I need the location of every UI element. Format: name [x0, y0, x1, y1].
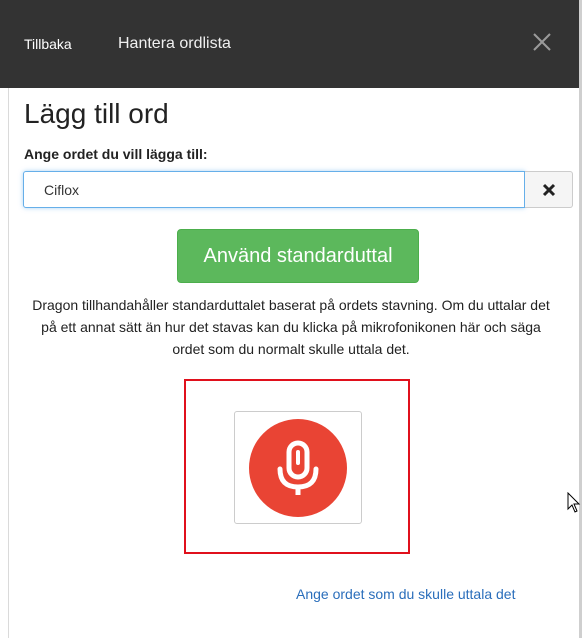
top-bar: Tillbaka Hantera ordlista: [0, 0, 582, 88]
clear-button[interactable]: [525, 171, 573, 208]
microphone-button[interactable]: [234, 411, 362, 524]
close-icon[interactable]: [530, 30, 554, 54]
word-input[interactable]: [23, 171, 525, 208]
panel-left-edge: [0, 88, 9, 638]
page-title: Lägg till ord: [24, 98, 169, 129]
use-default-pronunciation-button[interactable]: Använd standarduttal: [177, 229, 419, 283]
back-button[interactable]: Tillbaka: [24, 36, 72, 52]
mouse-cursor-icon: [567, 491, 581, 519]
manage-wordlist-link[interactable]: Hantera ordlista: [118, 35, 231, 53]
times-icon: [542, 183, 556, 197]
microphone-icon: [249, 419, 347, 517]
help-text: Dragon tillhandahåller standarduttalet b…: [32, 297, 550, 357]
word-field-label: Ange ordet du vill lägga till:: [24, 146, 208, 162]
speak-word-link[interactable]: Ange ordet som du skulle uttala det: [296, 586, 515, 602]
